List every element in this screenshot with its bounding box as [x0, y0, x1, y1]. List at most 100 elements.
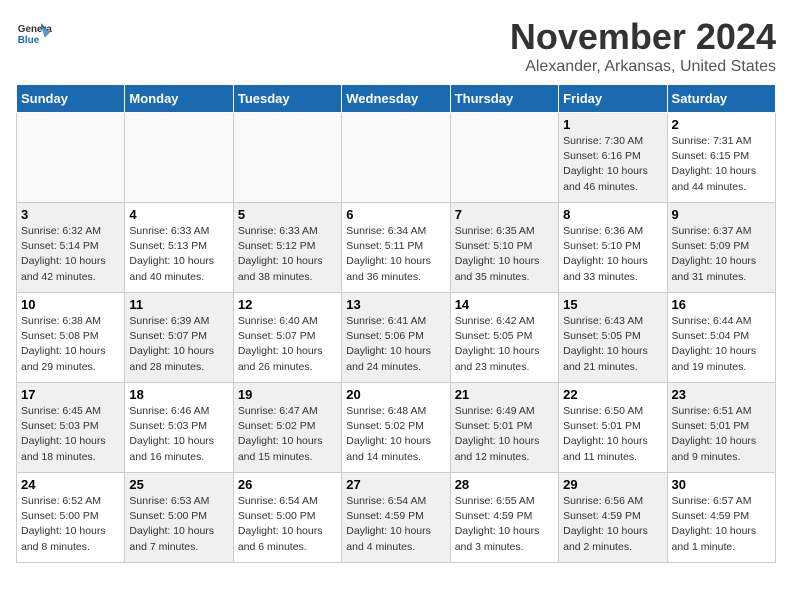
day-info: Sunrise: 6:34 AM Sunset: 5:11 PM Dayligh… — [346, 224, 445, 285]
day-number: 8 — [563, 207, 662, 222]
day-info: Sunrise: 6:48 AM Sunset: 5:02 PM Dayligh… — [346, 404, 445, 465]
day-number: 14 — [455, 297, 554, 312]
day-info: Sunrise: 6:54 AM Sunset: 4:59 PM Dayligh… — [346, 494, 445, 555]
day-info: Sunrise: 6:54 AM Sunset: 5:00 PM Dayligh… — [238, 494, 337, 555]
day-info: Sunrise: 6:57 AM Sunset: 4:59 PM Dayligh… — [672, 494, 771, 555]
day-number: 28 — [455, 477, 554, 492]
day-info: Sunrise: 6:38 AM Sunset: 5:08 PM Dayligh… — [21, 314, 120, 375]
day-number: 17 — [21, 387, 120, 402]
day-number: 4 — [129, 207, 228, 222]
calendar-cell: 20 Sunrise: 6:48 AM Sunset: 5:02 PM Dayli… — [342, 383, 450, 473]
day-info: Sunrise: 6:45 AM Sunset: 5:03 PM Dayligh… — [21, 404, 120, 465]
calendar-cell: 28 Sunrise: 6:55 AM Sunset: 4:59 PM Dayli… — [450, 473, 558, 563]
day-info: Sunrise: 6:35 AM Sunset: 5:10 PM Dayligh… — [455, 224, 554, 285]
day-info: Sunrise: 6:44 AM Sunset: 5:04 PM Dayligh… — [672, 314, 771, 375]
page-header: General Blue November 2024 Alexander, Ar… — [16, 16, 776, 76]
day-info: Sunrise: 6:39 AM Sunset: 5:07 PM Dayligh… — [129, 314, 228, 375]
weekday-header: Sunday — [17, 85, 125, 113]
day-number: 23 — [672, 387, 771, 402]
month-title: November 2024 — [510, 16, 776, 58]
day-info: Sunrise: 6:55 AM Sunset: 4:59 PM Dayligh… — [455, 494, 554, 555]
day-number: 21 — [455, 387, 554, 402]
calendar-cell: 30Sunrise: 6:57 AM Sunset: 4:59 PM Dayli… — [667, 473, 775, 563]
calendar-cell: 21 Sunrise: 6:49 AM Sunset: 5:01 PM Dayli… — [450, 383, 558, 473]
day-info: Sunrise: 6:46 AM Sunset: 5:03 PM Dayligh… — [129, 404, 228, 465]
calendar-cell: 10 Sunrise: 6:38 AM Sunset: 5:08 PM Dayli… — [17, 293, 125, 383]
svg-text:Blue: Blue — [18, 35, 40, 46]
calendar-cell — [233, 113, 341, 203]
day-number: 24 — [21, 477, 120, 492]
calendar-cell: 11 Sunrise: 6:39 AM Sunset: 5:07 PM Dayli… — [125, 293, 233, 383]
day-number: 10 — [21, 297, 120, 312]
calendar-cell: 29Sunrise: 6:56 AM Sunset: 4:59 PM Dayli… — [559, 473, 667, 563]
day-info: Sunrise: 6:49 AM Sunset: 5:01 PM Dayligh… — [455, 404, 554, 465]
calendar-cell: 9 Sunrise: 6:37 AM Sunset: 5:09 PM Daylig… — [667, 203, 775, 293]
day-number: 26 — [238, 477, 337, 492]
weekday-header: Thursday — [450, 85, 558, 113]
calendar-cell: 23 Sunrise: 6:51 AM Sunset: 5:01 PM Dayli… — [667, 383, 775, 473]
day-number: 13 — [346, 297, 445, 312]
calendar-row: 17 Sunrise: 6:45 AM Sunset: 5:03 PM Dayli… — [17, 383, 776, 473]
day-number: 20 — [346, 387, 445, 402]
calendar-row: 1Sunrise: 7:30 AM Sunset: 6:16 PM Daylig… — [17, 113, 776, 203]
calendar-row: 10 Sunrise: 6:38 AM Sunset: 5:08 PM Dayli… — [17, 293, 776, 383]
calendar-cell: 6 Sunrise: 6:34 AM Sunset: 5:11 PM Daylig… — [342, 203, 450, 293]
day-info: Sunrise: 6:53 AM Sunset: 5:00 PM Dayligh… — [129, 494, 228, 555]
calendar-cell — [17, 113, 125, 203]
weekday-header: Saturday — [667, 85, 775, 113]
day-number: 2 — [672, 117, 771, 132]
calendar-cell: 12 Sunrise: 6:40 AM Sunset: 5:07 PM Dayli… — [233, 293, 341, 383]
day-number: 19 — [238, 387, 337, 402]
day-number: 25 — [129, 477, 228, 492]
day-number: 16 — [672, 297, 771, 312]
calendar-cell: 14 Sunrise: 6:42 AM Sunset: 5:05 PM Dayli… — [450, 293, 558, 383]
day-info: Sunrise: 6:41 AM Sunset: 5:06 PM Dayligh… — [346, 314, 445, 375]
day-number: 5 — [238, 207, 337, 222]
calendar-cell: 24Sunrise: 6:52 AM Sunset: 5:00 PM Dayli… — [17, 473, 125, 563]
weekday-header-row: SundayMondayTuesdayWednesdayThursdayFrid… — [17, 85, 776, 113]
day-info: Sunrise: 6:51 AM Sunset: 5:01 PM Dayligh… — [672, 404, 771, 465]
calendar-table: SundayMondayTuesdayWednesdayThursdayFrid… — [16, 84, 776, 563]
day-number: 11 — [129, 297, 228, 312]
calendar-row: 24Sunrise: 6:52 AM Sunset: 5:00 PM Dayli… — [17, 473, 776, 563]
day-info: Sunrise: 6:33 AM Sunset: 5:13 PM Dayligh… — [129, 224, 228, 285]
weekday-header: Friday — [559, 85, 667, 113]
calendar-cell — [342, 113, 450, 203]
calendar-cell: 22 Sunrise: 6:50 AM Sunset: 5:01 PM Dayli… — [559, 383, 667, 473]
day-number: 22 — [563, 387, 662, 402]
day-number: 6 — [346, 207, 445, 222]
location-title: Alexander, Arkansas, United States — [510, 58, 776, 76]
calendar-cell: 8 Sunrise: 6:36 AM Sunset: 5:10 PM Daylig… — [559, 203, 667, 293]
calendar-cell: 26 Sunrise: 6:54 AM Sunset: 5:00 PM Dayli… — [233, 473, 341, 563]
day-number: 12 — [238, 297, 337, 312]
logo: General Blue — [16, 16, 52, 52]
day-info: Sunrise: 7:31 AM Sunset: 6:15 PM Dayligh… — [672, 134, 771, 195]
calendar-cell: 1Sunrise: 7:30 AM Sunset: 6:16 PM Daylig… — [559, 113, 667, 203]
day-number: 18 — [129, 387, 228, 402]
calendar-cell: 5 Sunrise: 6:33 AM Sunset: 5:12 PM Daylig… — [233, 203, 341, 293]
day-info: Sunrise: 6:32 AM Sunset: 5:14 PM Dayligh… — [21, 224, 120, 285]
calendar-body: 1Sunrise: 7:30 AM Sunset: 6:16 PM Daylig… — [17, 113, 776, 563]
day-info: Sunrise: 6:40 AM Sunset: 5:07 PM Dayligh… — [238, 314, 337, 375]
day-info: Sunrise: 6:37 AM Sunset: 5:09 PM Dayligh… — [672, 224, 771, 285]
day-info: Sunrise: 6:42 AM Sunset: 5:05 PM Dayligh… — [455, 314, 554, 375]
day-info: Sunrise: 6:36 AM Sunset: 5:10 PM Dayligh… — [563, 224, 662, 285]
calendar-cell: 7 Sunrise: 6:35 AM Sunset: 5:10 PM Daylig… — [450, 203, 558, 293]
weekday-header: Wednesday — [342, 85, 450, 113]
calendar-cell — [450, 113, 558, 203]
day-info: Sunrise: 6:33 AM Sunset: 5:12 PM Dayligh… — [238, 224, 337, 285]
day-number: 29 — [563, 477, 662, 492]
day-number: 9 — [672, 207, 771, 222]
day-info: Sunrise: 6:50 AM Sunset: 5:01 PM Dayligh… — [563, 404, 662, 465]
calendar-row: 3Sunrise: 6:32 AM Sunset: 5:14 PM Daylig… — [17, 203, 776, 293]
weekday-header: Tuesday — [233, 85, 341, 113]
day-info: Sunrise: 6:47 AM Sunset: 5:02 PM Dayligh… — [238, 404, 337, 465]
calendar-cell: 15 Sunrise: 6:43 AM Sunset: 5:05 PM Dayli… — [559, 293, 667, 383]
calendar-cell: 18 Sunrise: 6:46 AM Sunset: 5:03 PM Dayli… — [125, 383, 233, 473]
day-number: 7 — [455, 207, 554, 222]
logo-icon: General Blue — [16, 16, 52, 52]
calendar-cell: 4 Sunrise: 6:33 AM Sunset: 5:13 PM Daylig… — [125, 203, 233, 293]
title-area: November 2024 Alexander, Arkansas, Unite… — [510, 16, 776, 76]
day-number: 15 — [563, 297, 662, 312]
day-info: Sunrise: 6:43 AM Sunset: 5:05 PM Dayligh… — [563, 314, 662, 375]
